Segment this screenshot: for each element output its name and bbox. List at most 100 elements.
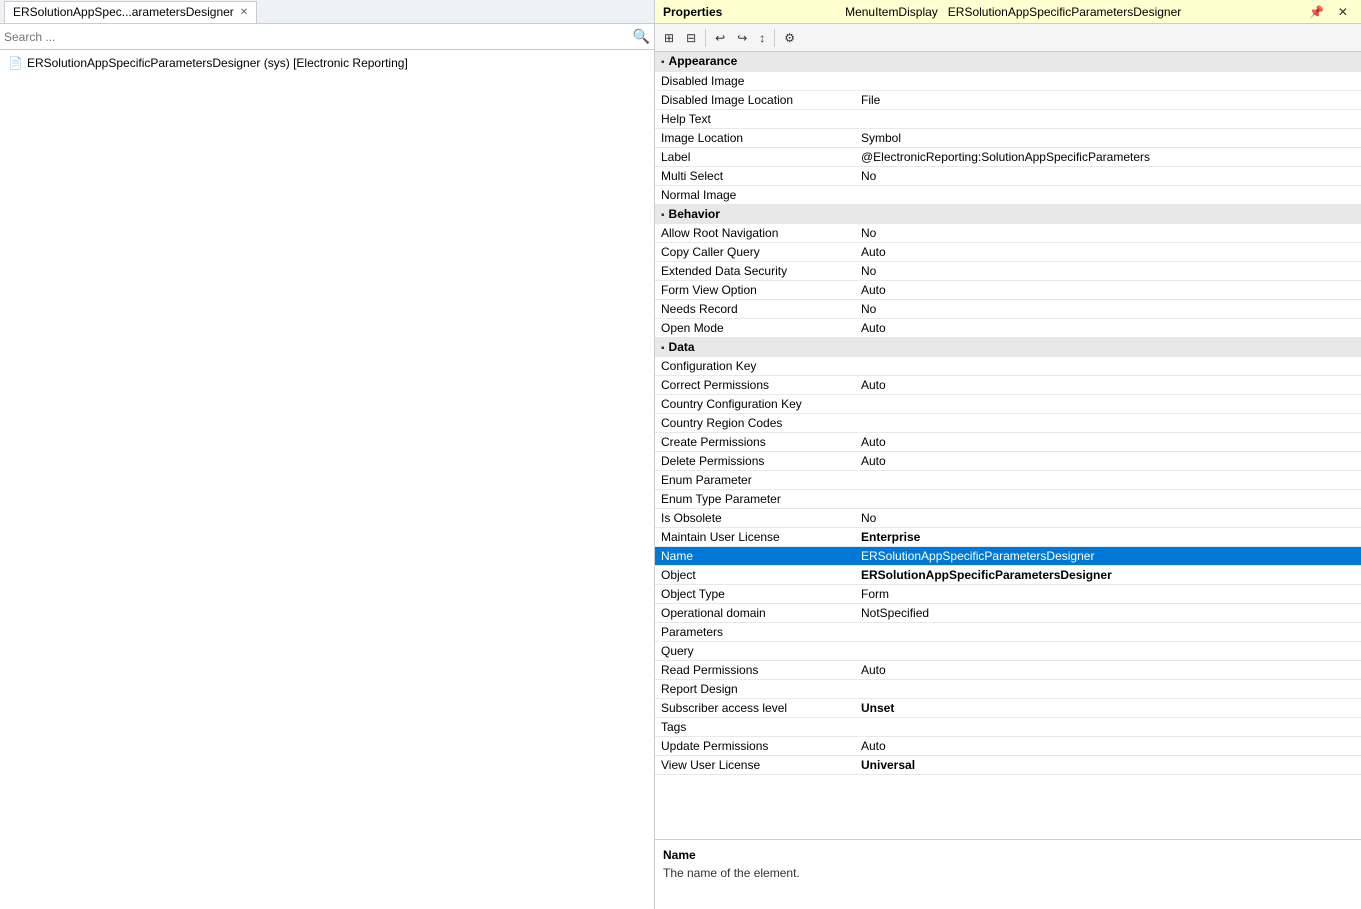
toolbar-separator-2 [774,29,775,47]
properties-footer: Name The name of the element. [655,839,1361,909]
table-row[interactable]: Form View OptionAuto [655,280,1361,299]
prop-name-cell: Configuration Key [655,356,855,375]
table-row[interactable]: Maintain User LicenseEnterprise [655,527,1361,546]
prop-value-cell [855,679,1361,698]
table-row[interactable]: Country Configuration Key [655,394,1361,413]
prop-value-cell: No [855,299,1361,318]
toolbar-separator-1 [705,29,706,47]
pin-button[interactable]: 📌 [1304,2,1329,22]
alphabetical-view-button[interactable]: ⊟ [681,28,701,48]
table-row[interactable]: ObjectERSolutionAppSpecificParametersDes… [655,565,1361,584]
section-toggle-icon[interactable]: ▪ [661,57,665,68]
properties-window-title: Properties [663,5,722,19]
prop-name-cell: Read Permissions [655,660,855,679]
header-type-label: MenuItemDisplay [845,5,938,19]
header-name-value: ERSolutionAppSpecificParametersDesigner [948,5,1181,19]
tab-close-icon[interactable]: ✕ [240,7,248,18]
footer-property-name: Name [663,848,1353,862]
sort-button[interactable]: ↕ [754,28,770,48]
table-row[interactable]: Label@ElectronicReporting:SolutionAppSpe… [655,147,1361,166]
table-row[interactable]: Disabled Image LocationFile [655,90,1361,109]
prop-value-cell: Auto [855,736,1361,755]
search-input[interactable] [4,30,633,44]
table-row[interactable]: Query [655,641,1361,660]
prop-name-cell: Update Permissions [655,736,855,755]
tab-label: ERSolutionAppSpec...arametersDesigner [13,5,234,19]
prop-value-cell: ERSolutionAppSpecificParametersDesigner [855,565,1361,584]
categorized-view-button[interactable]: ⊞ [659,28,679,48]
table-row[interactable]: Subscriber access levelUnset [655,698,1361,717]
prop-value-cell: File [855,90,1361,109]
prop-value-cell: Auto [855,375,1361,394]
table-row[interactable]: Country Region Codes [655,413,1361,432]
tree-item[interactable]: 📄 ERSolutionAppSpecificParametersDesigne… [4,54,650,72]
prop-value-cell [855,470,1361,489]
settings-button[interactable]: ⚙ [779,28,800,48]
table-row[interactable]: Open ModeAuto [655,318,1361,337]
prop-name-cell: Label [655,147,855,166]
table-row[interactable]: Extended Data SecurityNo [655,261,1361,280]
table-row[interactable]: Create PermissionsAuto [655,432,1361,451]
table-row[interactable]: Enum Type Parameter [655,489,1361,508]
prop-value-cell: NotSpecified [855,603,1361,622]
prop-value-cell: No [855,223,1361,242]
table-row[interactable]: Correct PermissionsAuto [655,375,1361,394]
table-row[interactable]: Image LocationSymbol [655,128,1361,147]
properties-content: ▪ Appearance Disabled ImageDisabled Image … [655,52,1361,839]
prop-name-cell: Needs Record [655,299,855,318]
table-row[interactable]: Read PermissionsAuto [655,660,1361,679]
table-row[interactable]: View User LicenseUniversal [655,755,1361,774]
right-panel: Properties MenuItemDisplay ERSolutionApp… [655,0,1361,909]
main-tab[interactable]: ERSolutionAppSpec...arametersDesigner ✕ [4,1,257,23]
prop-name-cell: Copy Caller Query [655,242,855,261]
section-toggle-icon[interactable]: ▪ [661,210,665,221]
table-row[interactable]: Tags [655,717,1361,736]
properties-title: Properties [663,5,722,19]
prop-value-cell: Symbol [855,128,1361,147]
back-button[interactable]: ↩ [710,28,730,48]
prop-name-cell: Create Permissions [655,432,855,451]
prop-value-cell: Enterprise [855,527,1361,546]
table-row[interactable]: Copy Caller QueryAuto [655,242,1361,261]
forward-button[interactable]: ↪ [732,28,752,48]
table-row[interactable]: Is ObsoleteNo [655,508,1361,527]
prop-name-cell: Object [655,565,855,584]
prop-name-cell: Allow Root Navigation [655,223,855,242]
table-row[interactable]: Object TypeForm [655,584,1361,603]
table-row[interactable]: Multi SelectNo [655,166,1361,185]
prop-name-cell: Country Configuration Key [655,394,855,413]
prop-name-cell: Country Region Codes [655,413,855,432]
search-button[interactable]: 🔍 [633,28,650,45]
prop-value-cell: No [855,508,1361,527]
search-bar: 🔍 [0,24,654,50]
table-row[interactable]: Configuration Key [655,356,1361,375]
prop-value-cell: Auto [855,451,1361,470]
prop-name-cell: Disabled Image Location [655,90,855,109]
section-toggle-icon[interactable]: ▪ [661,343,665,354]
table-row[interactable]: Report Design [655,679,1361,698]
section-header: ▪Behavior [655,204,1361,223]
table-row[interactable]: Disabled Image [655,71,1361,90]
table-row[interactable]: Operational domainNotSpecified [655,603,1361,622]
prop-name-cell: Object Type [655,584,855,603]
table-row[interactable]: Delete PermissionsAuto [655,451,1361,470]
prop-name-cell: Tags [655,717,855,736]
table-row[interactable]: NameERSolutionAppSpecificParametersDesig… [655,546,1361,565]
properties-header: Properties MenuItemDisplay ERSolutionApp… [655,0,1361,24]
section-header: ▪ Appearance [655,52,1361,71]
table-row[interactable]: Needs RecordNo [655,299,1361,318]
prop-name-cell: Name [655,546,855,565]
prop-value-cell: Unset [855,698,1361,717]
section-name: Appearance [669,54,738,68]
table-row[interactable]: Help Text [655,109,1361,128]
table-row[interactable]: Parameters [655,622,1361,641]
prop-value-cell: Auto [855,660,1361,679]
table-row[interactable]: Normal Image [655,185,1361,204]
table-row[interactable]: Enum Parameter [655,470,1361,489]
table-row[interactable]: Allow Root NavigationNo [655,223,1361,242]
table-row[interactable]: Update PermissionsAuto [655,736,1361,755]
prop-name-cell: Report Design [655,679,855,698]
close-header-button[interactable]: ✕ [1333,2,1353,22]
prop-name-cell: Subscriber access level [655,698,855,717]
prop-name-cell: Is Obsolete [655,508,855,527]
